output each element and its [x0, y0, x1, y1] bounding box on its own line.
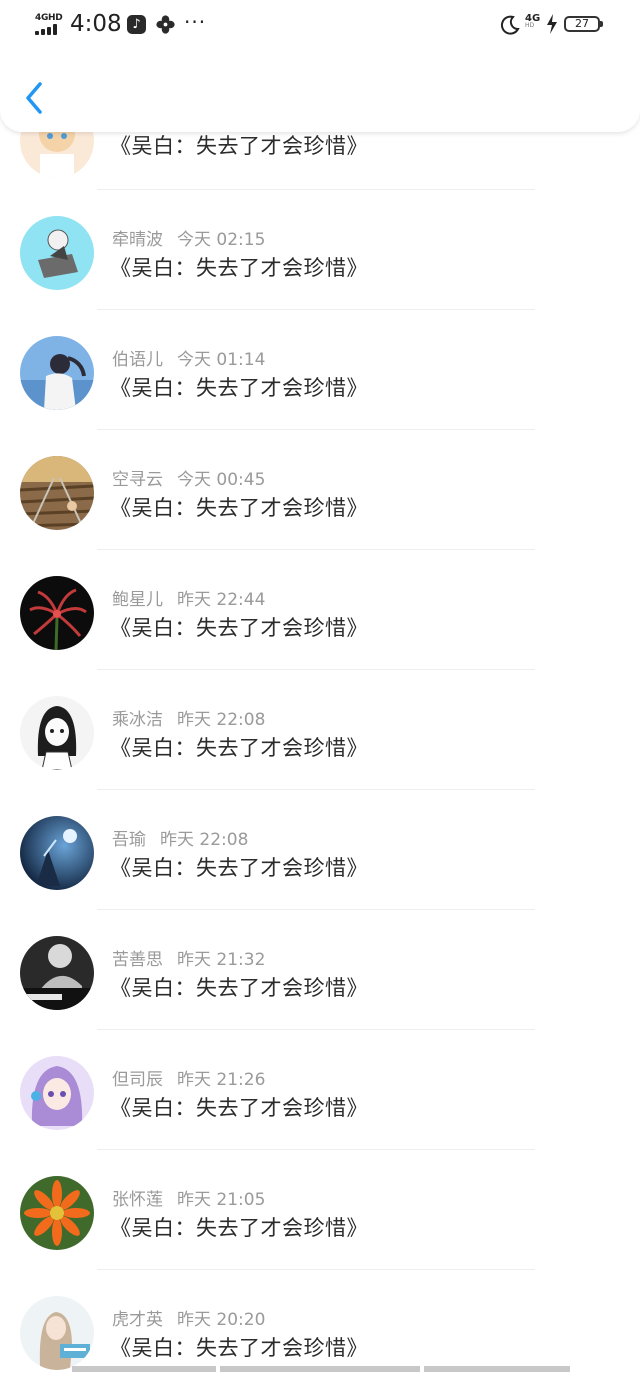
list-item-title: 《吴白：失去了才会珍惜》 [110, 376, 368, 400]
author-name: 牵晴波 [112, 230, 163, 250]
list-item-meta: 吾瑜 昨天 22:08 [112, 825, 248, 850]
red-flower-avatar [20, 576, 94, 650]
list-item[interactable]: 吾瑜 昨天 22:08 《吴白：失去了才会珍惜》 [0, 790, 640, 910]
purple-anime-avatar [20, 1056, 94, 1130]
post-time: 昨天 21:26 [177, 1070, 266, 1090]
list-item-meta: 苦善思 昨天 21:32 [112, 945, 265, 970]
post-time: 今天 00:45 [177, 470, 266, 490]
author-name: 伯语儿 [112, 350, 163, 370]
header-bar [0, 48, 640, 132]
charging-icon [547, 14, 557, 34]
list-item[interactable]: 虎才英 昨天 20:20 《吴白：失去了才会珍惜》 [0, 1270, 640, 1390]
list-item-title: 《吴白：失去了才会珍惜》 [110, 1336, 368, 1360]
list-item-meta: 牵晴波 今天 02:15 [112, 225, 265, 250]
author-name: 但司辰 [112, 1070, 163, 1090]
list-item-title: 《吴白：失去了才会珍惜》 [110, 976, 368, 1000]
network-type: 4G HD [525, 13, 541, 29]
list-item-title: 《吴白：失去了才会珍惜》 [110, 736, 368, 760]
list-item-title: 《吴白：失去了才会珍惜》 [110, 134, 368, 158]
list-item-meta: 空寻云 今天 00:45 [112, 465, 265, 490]
message-list: 《吴白：失去了才会珍惜》 牵晴波 今天 02:15 《吴白：失去了才会珍惜》 伯语… [0, 0, 640, 1372]
author-name: 虎才英 [112, 1310, 163, 1330]
anime-boy-avatar [20, 216, 94, 290]
list-item[interactable]: 苦善思 昨天 21:32 《吴白：失去了才会珍惜》 [0, 910, 640, 1030]
list-item[interactable]: 乘冰洁 昨天 22:08 《吴白：失去了才会珍惜》 [0, 670, 640, 790]
list-item[interactable]: 张怀莲 昨天 21:05 《吴白：失去了才会珍惜》 [0, 1150, 640, 1270]
author-name: 张怀莲 [112, 1190, 163, 1210]
author-name: 吾瑜 [112, 830, 146, 850]
list-item-title: 《吴白：失去了才会珍惜》 [110, 856, 368, 880]
status-bar: 4GHD 4:08 ♪ ··· 4G HD 27 [0, 0, 640, 48]
list-item-meta: 但司辰 昨天 21:26 [112, 1065, 265, 1090]
post-time: 昨天 22:44 [177, 590, 266, 610]
author-name: 空寻云 [112, 470, 163, 490]
list-item[interactable]: 但司辰 昨天 21:26 《吴白：失去了才会珍惜》 [0, 1030, 640, 1150]
battery-icon: 27 [564, 16, 603, 32]
list-item[interactable]: 《吴白：失去了才会珍惜》 [0, 104, 640, 190]
status-time: 4:08 [70, 11, 122, 37]
post-time: 昨天 22:08 [160, 830, 249, 850]
manga-girl-avatar [20, 696, 94, 770]
post-time: 今天 01:14 [177, 350, 266, 370]
list-item-title: 《吴白：失去了才会珍惜》 [110, 616, 368, 640]
network-label: 4GHD [35, 13, 63, 23]
fan-icon [156, 15, 175, 34]
girl-photo-avatar [20, 336, 94, 410]
bw-photo-avatar [20, 936, 94, 1010]
list-item[interactable]: 伯语儿 今天 01:14 《吴白：失去了才会珍惜》 [0, 310, 640, 430]
night-sky-avatar [20, 816, 94, 890]
list-item-meta: 鲍星儿 昨天 22:44 [112, 585, 265, 610]
post-time: 昨天 22:08 [177, 710, 266, 730]
list-item-title: 《吴白：失去了才会珍惜》 [110, 1096, 368, 1120]
post-time: 昨天 21:32 [177, 950, 266, 970]
bottom-tab-strip [0, 1366, 640, 1372]
list-item-meta: 伯语儿 今天 01:14 [112, 345, 265, 370]
tiktok-icon: ♪ [127, 15, 146, 34]
orange-flower-avatar [20, 1176, 94, 1250]
list-item-title: 《吴白：失去了才会珍惜》 [110, 496, 368, 520]
list-item-title: 《吴白：失去了才会珍惜》 [110, 256, 368, 280]
author-name: 乘冰洁 [112, 710, 163, 730]
post-time: 今天 02:15 [177, 230, 266, 250]
list-item-meta: 张怀莲 昨天 21:05 [112, 1185, 265, 1210]
list-item-meta: 虎才英 昨天 20:20 [112, 1305, 265, 1330]
list-item[interactable]: 空寻云 今天 00:45 《吴白：失去了才会珍惜》 [0, 430, 640, 550]
girl-sketch-avatar [20, 1296, 94, 1370]
signal-icon [35, 23, 63, 35]
moon-icon [500, 15, 520, 35]
author-name: 鲍星儿 [112, 590, 163, 610]
list-item-title: 《吴白：失去了才会珍惜》 [110, 1216, 368, 1240]
list-item[interactable]: 牵晴波 今天 02:15 《吴白：失去了才会珍惜》 [0, 190, 640, 310]
post-time: 昨天 21:05 [177, 1190, 266, 1210]
railway-avatar [20, 456, 94, 530]
list-item-meta: 乘冰洁 昨天 22:08 [112, 705, 265, 730]
more-notifications: ··· [184, 10, 207, 34]
list-item[interactable]: 鲍星儿 昨天 22:44 《吴白：失去了才会珍惜》 [0, 550, 640, 670]
post-time: 昨天 20:20 [177, 1310, 266, 1330]
chevron-left-icon[interactable] [20, 78, 48, 118]
author-name: 苦善思 [112, 950, 163, 970]
